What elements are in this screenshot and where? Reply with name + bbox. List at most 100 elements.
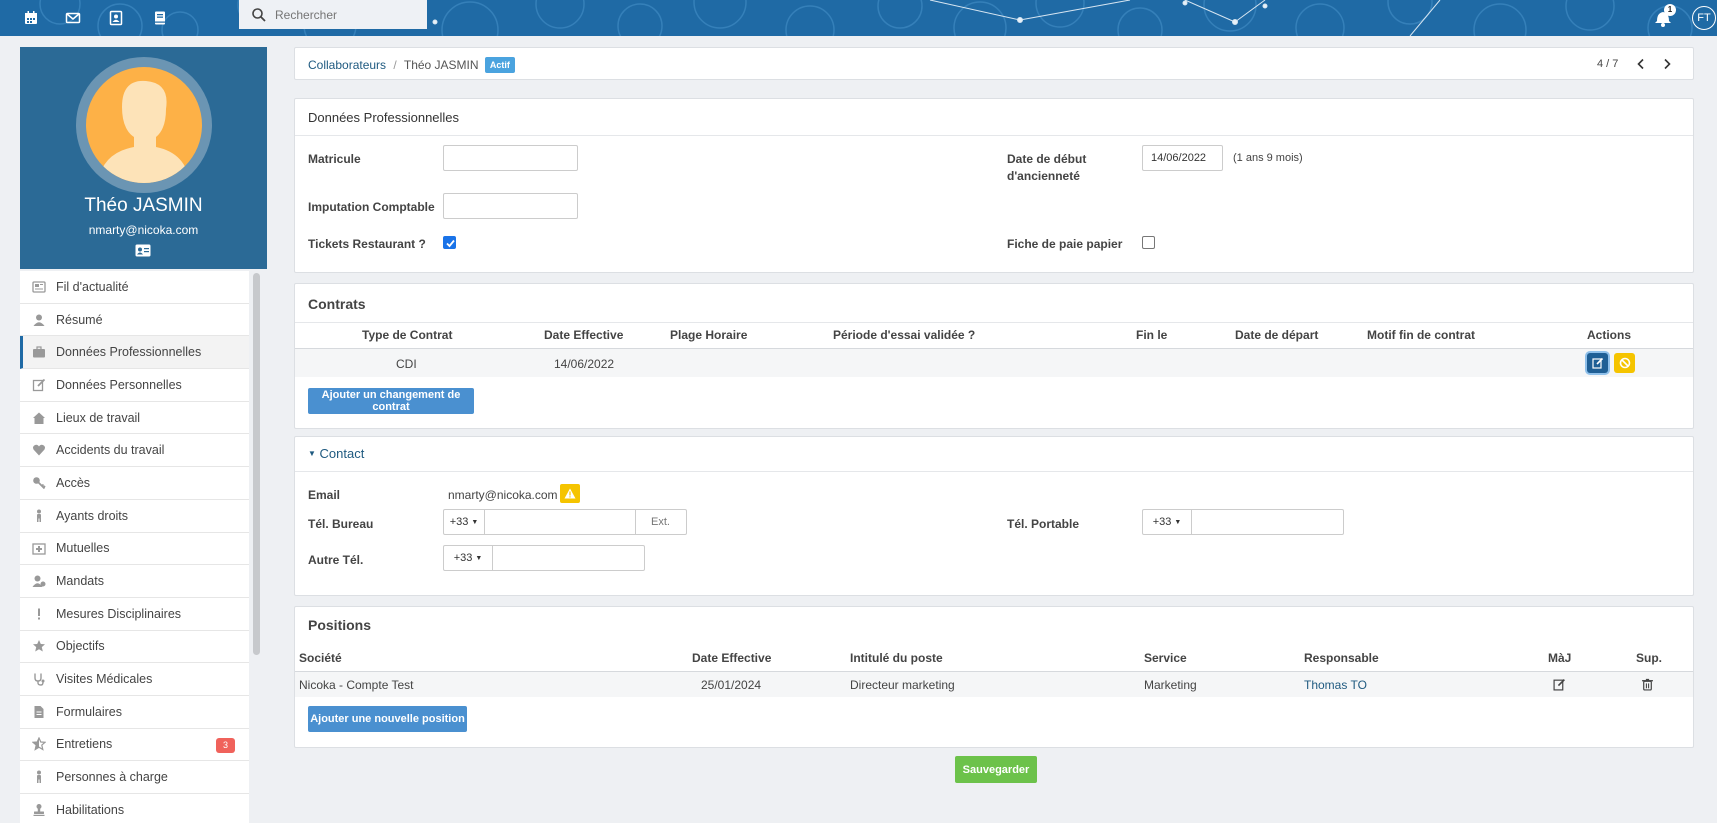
sidebar-item-6[interactable]: Accès — [20, 467, 249, 500]
add-contract-change-button[interactable]: Ajouter un changement de contrat — [308, 388, 474, 414]
sidebar-item-13[interactable]: Formulaires — [20, 696, 249, 729]
column-header-plage: Plage Horaire — [670, 328, 748, 342]
sidebar-item-5[interactable]: Accidents du travail — [20, 434, 249, 468]
search-input[interactable] — [275, 7, 415, 22]
edit-icon[interactable] — [1553, 678, 1566, 691]
notification-count-badge: 1 — [1664, 4, 1676, 16]
top-bar: 1 FT — [0, 0, 1717, 36]
portable-label: Tél. Portable — [1007, 517, 1080, 531]
chevron-left-icon[interactable] — [1635, 58, 1647, 70]
fiche-paie-label: Fiche de paie papier — [1007, 237, 1123, 251]
email-warning-button[interactable] — [560, 484, 580, 503]
column-header-societe: Société — [299, 651, 342, 665]
column-header-fin: Fin le — [1136, 328, 1168, 342]
sidebar-item-label: Données Personnelles — [56, 377, 182, 392]
tickets-label: Tickets Restaurant ? — [308, 237, 426, 251]
calendar-icon[interactable] — [20, 7, 42, 29]
avatar — [86, 67, 202, 183]
edit-icon — [32, 378, 46, 392]
notifications-button[interactable]: 1 — [1650, 4, 1676, 30]
bureau-ext-input[interactable] — [635, 510, 685, 534]
sidebar-item-2[interactable]: Données Professionnelles — [20, 336, 249, 370]
imputation-input[interactable] — [443, 193, 578, 219]
column-header-motif: Motif fin de contrat — [1367, 328, 1475, 342]
book-icon[interactable] — [149, 7, 171, 29]
side-menu: Fil d'actualité Résumé Données Professionn… — [20, 271, 249, 823]
column-header-maj: MàJ — [1548, 651, 1572, 665]
sidebar-item-7[interactable]: Ayants droits — [20, 500, 249, 533]
sidebar-item-label: Résumé — [56, 312, 103, 327]
star-icon — [33, 640, 45, 652]
bureau-phone-field: +33 ▼ — [443, 509, 687, 535]
breadcrumb: Collaborateurs / Théo JASMIN Actif — [308, 57, 515, 73]
sidebar-item-11[interactable]: Objectifs — [20, 631, 249, 664]
column-header-depart: Date de départ — [1235, 328, 1319, 342]
country-code-value: +33 — [453, 552, 473, 564]
profile-name: Théo JASMIN — [84, 195, 203, 216]
sidebar-item-label: Lieux de travail — [56, 410, 141, 425]
sidebar-item-12[interactable]: Visites Médicales — [20, 663, 249, 696]
user-icon — [33, 314, 45, 326]
country-code-value: +33 — [1152, 516, 1172, 528]
anciennete-date-input[interactable] — [1142, 145, 1223, 171]
sidebar-scrollbar[interactable] — [253, 273, 260, 655]
profile-email: nmarty@nicoka.com — [88, 223, 199, 237]
breadcrumb-collaborateurs-link[interactable]: Collaborateurs — [308, 58, 386, 72]
newspaper-icon — [32, 281, 46, 293]
bureau-phone-input[interactable] — [485, 510, 635, 534]
autre-label: Autre Tél. — [308, 553, 364, 567]
save-button[interactable]: Sauvegarder — [955, 756, 1037, 783]
column-header-service: Service — [1144, 651, 1187, 665]
sidebar-item-label: Objectifs — [56, 639, 105, 654]
chevron-right-icon[interactable] — [1661, 58, 1673, 70]
contacts-icon[interactable] — [105, 7, 127, 29]
sidebar-item-4[interactable]: Lieux de travail — [20, 402, 249, 435]
sidebar-item-0[interactable]: Fil d'actualité — [20, 271, 249, 304]
search-box[interactable] — [239, 0, 427, 29]
caret-down-icon: ▼ — [471, 518, 479, 526]
matricule-input[interactable] — [443, 145, 578, 171]
sidebar-item-8[interactable]: Mutuelles — [20, 533, 249, 566]
divider — [295, 471, 1693, 472]
sidebar-item-9[interactable]: Mandats — [20, 565, 249, 598]
add-position-button[interactable]: Ajouter une nouvelle position — [308, 706, 467, 732]
sidebar-item-label: Fil d'actualité — [56, 279, 129, 294]
fiche-paie-checkbox[interactable] — [1142, 236, 1155, 249]
sidebar-item-label: Mandats — [56, 574, 104, 589]
sidebar-item-16[interactable]: Habilitations — [20, 794, 249, 823]
trash-icon[interactable] — [1641, 678, 1654, 691]
record-pager: 4 / 7 — [1597, 58, 1619, 70]
portable-phone-input[interactable] — [1192, 510, 1342, 534]
table-row: CDI 14/06/2022 — [295, 349, 1693, 377]
panel-title: Données Professionnelles — [308, 110, 460, 125]
sidebar-item-14[interactable]: Entretiens 3 — [20, 729, 249, 762]
poste-cell: Directeur marketing — [850, 678, 955, 692]
sidebar-item-3[interactable]: Données Personnelles — [20, 369, 249, 402]
stethoscope-icon — [34, 673, 45, 686]
sidebar-item-label: Mutuelles — [56, 541, 110, 556]
user-badge-icon — [32, 575, 46, 588]
tickets-checkbox[interactable] — [443, 236, 456, 249]
contact-panel: ▼ Contact Email nmarty@nicoka.com Tél. B… — [294, 436, 1694, 596]
sidebar-item-10[interactable]: Mesures Disciplinaires — [20, 598, 249, 631]
service-cell: Marketing — [1144, 678, 1197, 692]
responsable-link[interactable]: Thomas TO — [1304, 678, 1367, 692]
edit-contract-button[interactable] — [1587, 353, 1608, 373]
country-code-dropdown[interactable]: +33 ▼ — [444, 510, 485, 534]
sidebar-item-1[interactable]: Résumé — [20, 304, 249, 337]
end-contract-button[interactable] — [1614, 353, 1635, 373]
user-avatar[interactable]: FT — [1692, 6, 1716, 30]
country-code-dropdown[interactable]: +33 ▼ — [444, 546, 493, 570]
country-code-dropdown[interactable]: +33 ▼ — [1143, 510, 1192, 534]
contracts-panel: Contrats Type de Contrat Date Effective … — [294, 283, 1694, 429]
sidebar-item-15[interactable]: Personnes à charge — [20, 761, 249, 794]
caret-down-icon: ▼ — [475, 554, 483, 562]
autre-phone-input[interactable] — [493, 546, 643, 570]
mail-icon[interactable] — [62, 7, 84, 29]
panel-title: Contrats — [308, 296, 366, 312]
contact-toggle[interactable]: ▼ Contact — [308, 446, 364, 461]
anciennete-duration: (1 ans 9 mois) — [1233, 152, 1303, 164]
stamp-icon — [33, 803, 45, 816]
id-card-icon[interactable] — [135, 244, 151, 257]
sidebar-item-label: Accès — [56, 475, 91, 490]
